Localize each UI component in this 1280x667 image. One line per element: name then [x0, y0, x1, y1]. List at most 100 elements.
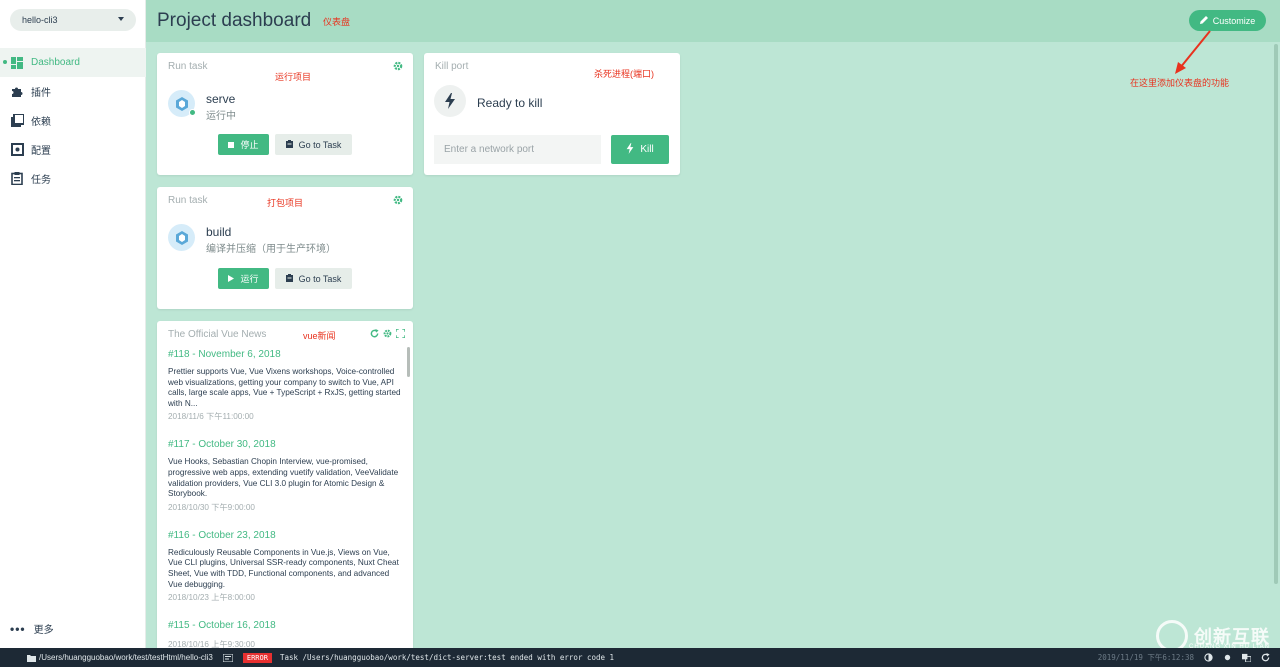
stop-button[interactable]: 停止 [218, 134, 269, 155]
running-status-dot [189, 109, 196, 116]
folder-path-text: /Users/huangguobao/work/test/testHtml/he… [39, 653, 213, 662]
news-date: 2018/10/23 上午8:00:00 [168, 593, 255, 603]
page-title: Project dashboard [157, 10, 312, 31]
port-input[interactable] [434, 135, 601, 164]
go-to-task-button[interactable]: Go to Task [275, 134, 352, 155]
status-bar: /Users/huangguobao/work/test/testHtml/he… [0, 648, 1280, 667]
annotation-arrow [1175, 30, 1211, 74]
chevron-down-icon [118, 17, 124, 21]
sidebar-nav: Dashboard 插件 依赖 配置 任务 [0, 48, 146, 193]
news-text: Rediculously Reusable Components in Vue.… [168, 547, 399, 589]
error-badge: ERROR [242, 652, 272, 663]
stop-icon [228, 140, 235, 150]
folder-icon [27, 654, 36, 662]
sidebar-item-plugins[interactable]: 插件 [0, 77, 146, 106]
page-scrollbar[interactable] [1274, 44, 1278, 584]
lightning-icon [434, 85, 466, 117]
settings-icon [10, 143, 24, 157]
news-scrollbar[interactable] [407, 347, 410, 377]
widget-title: The Official Vue News [168, 329, 267, 340]
gear-icon[interactable] [383, 329, 392, 338]
widget-title: Kill port [435, 61, 469, 72]
sidebar-item-configuration[interactable]: 配置 [0, 135, 146, 164]
play-icon [228, 274, 235, 284]
widget-title: Run task [168, 195, 208, 206]
annotation-run-build: 打包项目 [267, 198, 304, 208]
refresh-icon[interactable] [370, 329, 379, 338]
go-to-task-button[interactable]: Go to Task [275, 268, 352, 289]
news-item[interactable]: #115 - October 16, 2018 2018/10/16 上午9:3… [168, 620, 403, 649]
status-message: Task /Users/huangguobao/work/test/dict-s… [279, 653, 615, 662]
news-title[interactable]: #116 - October 23, 2018 [168, 530, 403, 541]
customize-label: Customize [1212, 15, 1256, 26]
news-text: Vue Hooks, Sebastian Chopin Interview, v… [168, 457, 399, 499]
go-to-task-label: Go to Task [298, 139, 342, 150]
news-item[interactable]: #116 - October 23, 2018 Rediculously Reu… [168, 530, 403, 603]
gear-icon[interactable] [393, 61, 403, 71]
task-name: build [206, 225, 232, 239]
dark-mode-icon[interactable] [1204, 653, 1213, 662]
sidebar-item-tasks[interactable]: 任务 [0, 164, 146, 193]
header: Project dashboard 仪表盘 Customize [146, 0, 1280, 42]
clipboard-icon [285, 273, 293, 284]
language-icon[interactable] [1242, 653, 1251, 662]
news-text: Prettier supports Vue, Vue Vixens worksh… [168, 367, 401, 408]
sidebar-item-dependencies[interactable]: 依赖 [0, 106, 146, 135]
news-title[interactable]: #117 - October 30, 2018 [168, 439, 403, 450]
run-label: 运行 [240, 274, 259, 284]
news-date: 2018/11/6 下午11:00:00 [168, 412, 254, 422]
widget-run-task-build: Run task 打包项目 build 编译并压缩（用于生产环境） 运行 Go … [157, 187, 413, 309]
annotation-dashboard: 仪表盘 [323, 17, 351, 27]
vue-cli-icon [168, 90, 196, 117]
run-button[interactable]: 运行 [218, 268, 269, 289]
project-selector[interactable]: hello-cli3 [10, 9, 136, 31]
kill-status: Ready to kill [477, 96, 543, 110]
more-label: 更多 [33, 625, 54, 636]
sidebar-item-label: 依赖 [31, 117, 51, 128]
console-icon[interactable] [222, 653, 233, 662]
news-date: 2018/10/30 下午9:00:00 [168, 502, 255, 512]
more-dots-icon: ••• [10, 621, 26, 636]
sidebar: hello-cli3 Dashboard 插件 依赖 配置 任务 ••• 更多 [0, 0, 146, 648]
kill-label: Kill [640, 144, 654, 155]
refresh-icon[interactable] [1261, 653, 1270, 662]
sidebar-item-label: 配置 [31, 146, 51, 157]
sidebar-item-label: 任务 [31, 175, 51, 186]
widget-kill-port: Kill port 杀死进程(端口) Ready to kill Kill [424, 53, 680, 175]
gear-icon[interactable] [393, 195, 403, 205]
project-name: hello-cli3 [22, 15, 58, 25]
library-icon [10, 114, 24, 128]
more-button[interactable]: ••• 更多 [10, 621, 54, 637]
pencil-icon [1199, 15, 1208, 26]
sidebar-item-label: 插件 [31, 88, 51, 99]
status-time: 2019/11/19 下午6:12:38 [1097, 653, 1194, 662]
annotation-run-serve: 运行项目 [275, 72, 312, 82]
annotation-kill-port: 杀死进程(端口) [594, 69, 654, 79]
dashboard-icon [10, 56, 24, 70]
news-list: #118 - November 6, 2018 Prettier support… [168, 349, 403, 649]
clipboard-icon [285, 139, 293, 150]
stop-label: 停止 [240, 140, 259, 150]
task-status: 编译并压缩（用于生产环境） [206, 244, 336, 255]
task-status: 运行中 [206, 111, 236, 122]
sidebar-item-dashboard[interactable]: Dashboard [0, 48, 146, 77]
news-item[interactable]: #117 - October 30, 2018 Vue Hooks, Sebas… [168, 439, 403, 512]
widget-title: Run task [168, 61, 208, 72]
sidebar-item-label: Dashboard [31, 57, 80, 68]
kill-button[interactable]: Kill [611, 135, 669, 164]
go-to-task-label: Go to Task [298, 273, 342, 284]
news-item[interactable]: #118 - November 6, 2018 Prettier support… [168, 349, 403, 422]
status-bar-right: 2019/11/19 下午6:12:38 [1098, 648, 1270, 667]
task-name: serve [206, 92, 236, 106]
news-title[interactable]: #115 - October 16, 2018 [168, 620, 403, 631]
folder-path[interactable]: /Users/huangguobao/work/test/testHtml/he… [27, 653, 213, 662]
puzzle-icon [10, 85, 24, 99]
clipboard-icon [10, 172, 24, 186]
annotation-customize-note: 在这里添加仪表盘的功能 [1130, 78, 1230, 88]
fullscreen-icon[interactable] [396, 329, 405, 338]
news-title[interactable]: #118 - November 6, 2018 [168, 349, 403, 360]
bug-icon[interactable] [1223, 653, 1232, 662]
news-actions [370, 329, 405, 338]
annotation-vue-news: vue新闻 [303, 331, 336, 341]
widget-vue-news: The Official Vue News vue新闻 #118 - Novem… [157, 321, 413, 649]
